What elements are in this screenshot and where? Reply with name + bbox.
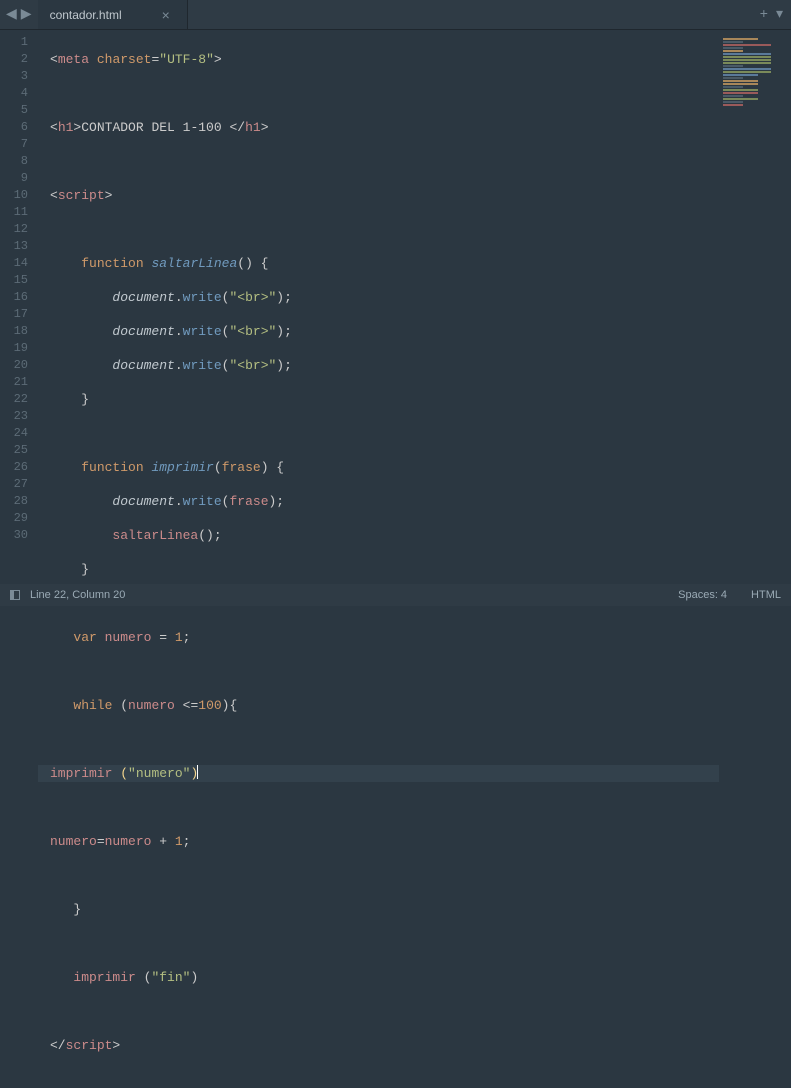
nav-arrows: ◀ ▶: [0, 0, 38, 29]
close-icon[interactable]: ×: [162, 7, 170, 23]
file-tab[interactable]: contador.html ×: [38, 0, 188, 29]
line-gutter: 12345 678910 1112131415 1617181920 21222…: [0, 30, 38, 584]
language-mode[interactable]: HTML: [751, 589, 781, 601]
code-content[interactable]: <meta charset="UTF-8"> <h1>CONTADOR DEL …: [38, 30, 719, 584]
minimap[interactable]: [719, 30, 791, 584]
tab-actions: + ▾: [752, 0, 791, 29]
new-tab-icon[interactable]: +: [760, 7, 768, 23]
nav-back-icon[interactable]: ◀: [6, 6, 17, 23]
editor-area[interactable]: 12345 678910 1112131415 1617181920 21222…: [0, 30, 791, 584]
tab-title: contador.html: [50, 8, 122, 22]
text-cursor: [197, 765, 198, 779]
panel-icon[interactable]: [10, 590, 20, 600]
tab-bar: ◀ ▶ contador.html × + ▾: [0, 0, 791, 30]
tab-menu-icon[interactable]: ▾: [776, 6, 783, 23]
nav-fwd-icon[interactable]: ▶: [21, 6, 32, 23]
